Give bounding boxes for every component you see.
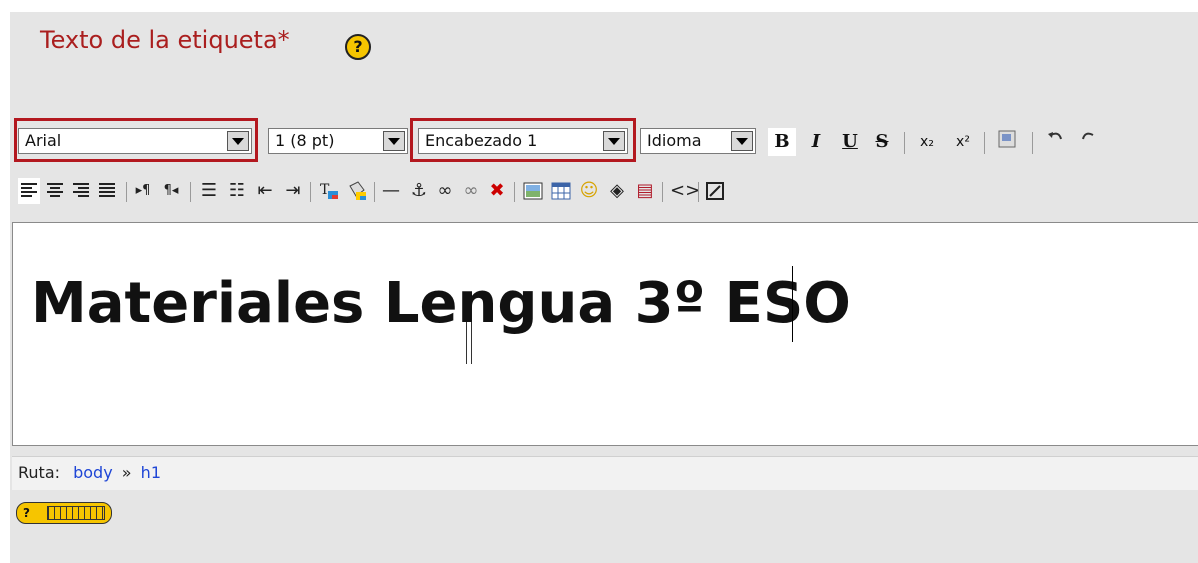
toolbar-separator [662, 182, 663, 202]
link-icon[interactable]: ∞ [434, 178, 456, 204]
background-color-icon[interactable] [346, 178, 368, 204]
image-icon[interactable] [522, 178, 544, 204]
ibeam-cursor-icon [466, 322, 472, 364]
font-size-value: 1 (8 pt) [275, 131, 335, 150]
editor-content-area[interactable]: Materiales Lengua 3º ESO [12, 222, 1198, 446]
superscript-button[interactable]: x² [948, 128, 978, 156]
help-question-label: ? [23, 506, 30, 520]
justify-icon[interactable] [96, 178, 118, 204]
toolbar-separator [374, 182, 375, 202]
nolink-icon[interactable]: ✖ [486, 178, 508, 204]
align-left-icon[interactable] [18, 178, 40, 204]
toolbar-separator [698, 182, 699, 202]
fullscreen-icon[interactable] [704, 178, 726, 204]
font-family-value: Arial [25, 131, 62, 150]
ltr-icon[interactable]: ▸¶ [132, 178, 154, 204]
heading-text: Materiales Lengua 3º ESO [31, 271, 851, 336]
toolbar-row-2: ▸¶ ¶◂ ☰ ☷ ⇤ ⇥ T — ⚓ ∞ ∞ ✖ ☺ ◈ ▤ <> [14, 172, 1198, 212]
chevron-down-icon [731, 131, 753, 151]
bold-button[interactable]: B [768, 128, 796, 156]
chevron-down-icon [603, 131, 625, 151]
smiley-icon[interactable]: ☺ [578, 178, 600, 204]
text-color-icon[interactable]: T [318, 178, 340, 204]
language-select[interactable]: Idioma [640, 128, 756, 154]
numbered-list-icon[interactable]: ☰ [198, 178, 220, 204]
redo-button[interactable] [1074, 128, 1104, 156]
path-separator: » [121, 463, 132, 482]
toolbar-separator [904, 132, 905, 154]
path-bar: Ruta: body » h1 [12, 456, 1198, 490]
toolbar-separator [1032, 132, 1033, 154]
paste-word-button[interactable] [992, 128, 1022, 156]
help-icon[interactable]: ? [345, 34, 371, 60]
path-item-body[interactable]: body [73, 463, 113, 482]
bulleted-list-icon[interactable]: ☷ [226, 178, 248, 204]
font-family-select[interactable]: Arial [18, 128, 252, 154]
paste-word-icon [998, 130, 1016, 148]
toolbar-row-1: Arial 1 (8 pt) Encabezado 1 Idioma B I U… [14, 118, 1198, 166]
redo-icon [1082, 132, 1094, 140]
toolbar-separator [984, 132, 985, 154]
keyboard-help-button[interactable]: ? [16, 502, 112, 524]
font-size-select[interactable]: 1 (8 pt) [268, 128, 408, 154]
chevron-down-icon [383, 131, 405, 151]
align-right-icon[interactable] [70, 178, 92, 204]
unlink-icon[interactable]: ∞ [460, 178, 482, 204]
search-replace-icon[interactable]: ▤ [634, 178, 656, 204]
toolbar-separator [310, 182, 311, 202]
toolbar-separator [126, 182, 127, 202]
format-value: Encabezado 1 [425, 131, 538, 150]
align-center-icon[interactable] [44, 178, 66, 204]
underline-button[interactable]: U [836, 128, 864, 156]
undo-icon [1048, 132, 1062, 140]
toolbar-separator [514, 182, 515, 202]
field-label: Texto de la etiqueta* [40, 26, 290, 54]
rtl-icon[interactable]: ¶◂ [160, 178, 182, 204]
strikethrough-button[interactable]: S [868, 128, 896, 156]
outdent-icon[interactable]: ⇤ [254, 178, 276, 204]
path-item-h1[interactable]: h1 [141, 463, 161, 482]
language-value: Idioma [647, 131, 702, 150]
html-source-icon[interactable]: <> [670, 178, 700, 204]
subscript-button[interactable]: x₂ [912, 128, 942, 156]
table-icon[interactable] [550, 178, 572, 204]
keyboard-icon [47, 506, 105, 520]
toolbar-separator [190, 182, 191, 202]
special-char-icon[interactable]: ◈ [606, 178, 628, 204]
path-label: Ruta: [18, 463, 61, 482]
chevron-down-icon [227, 131, 249, 151]
indent-icon[interactable]: ⇥ [282, 178, 304, 204]
anchor-icon[interactable]: ⚓ [408, 178, 430, 204]
undo-button[interactable] [1040, 128, 1070, 156]
format-select[interactable]: Encabezado 1 [418, 128, 628, 154]
italic-button[interactable]: I [802, 128, 830, 156]
text-caret [792, 266, 793, 342]
horizontal-rule-icon[interactable]: — [380, 178, 402, 204]
